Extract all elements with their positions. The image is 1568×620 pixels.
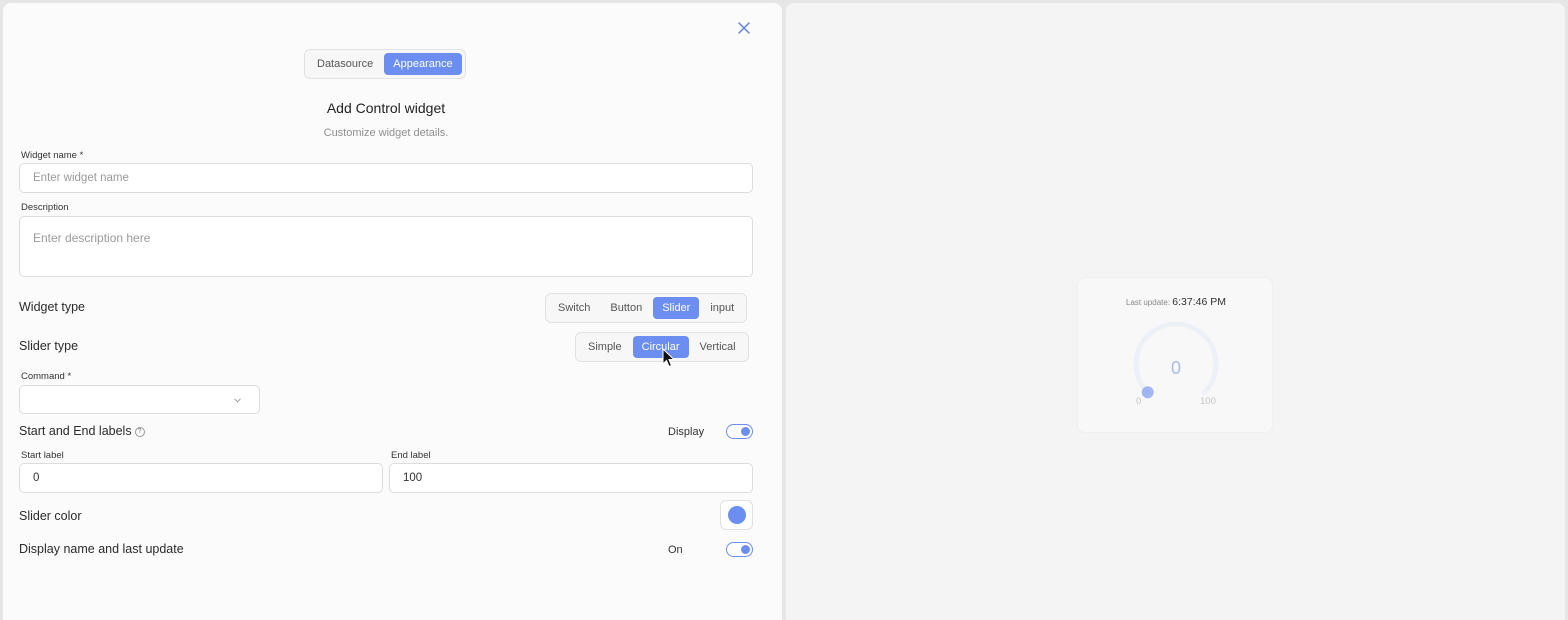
end-label-label: End label	[391, 450, 431, 461]
close-icon	[738, 22, 750, 34]
page-subtitle: Customize widget details.	[323, 127, 449, 139]
tab-datasource[interactable]: Datasource	[308, 53, 382, 75]
display-toggle-label: Display	[668, 426, 705, 438]
page-title: Add Control widget	[326, 100, 446, 116]
widget-type-button[interactable]: Button	[601, 297, 651, 319]
slider-value: 0	[1170, 358, 1181, 378]
slider-handle	[1141, 386, 1154, 399]
slider-type-simple[interactable]: Simple	[579, 336, 631, 358]
slider-color-picker[interactable]	[720, 500, 753, 530]
description-label: Description	[21, 202, 69, 213]
last-update: Last update: 6:37:46 PM	[1078, 296, 1274, 308]
end-label-value: 100	[403, 472, 423, 484]
slider-type-circular[interactable]: Circular	[632, 336, 689, 358]
description-placeholder: Enter description here	[33, 231, 151, 245]
preview-panel: Last update: 6:37:46 PM 0 0 100	[786, 3, 1565, 620]
start-end-labels-text: Start and End labels	[19, 424, 132, 438]
close-button[interactable]	[734, 18, 754, 38]
mouse-cursor-icon	[662, 348, 676, 368]
display-name-label: Display name and last update	[19, 542, 184, 556]
required-mark: *	[67, 371, 72, 382]
description-textarea[interactable]: Enter description here	[19, 216, 753, 277]
slider-type-vertical[interactable]: Vertical	[691, 336, 745, 358]
tab-appearance[interactable]: Appearance	[384, 53, 462, 75]
command-select[interactable]	[19, 385, 260, 414]
widget-name-label-text: Widget name	[21, 150, 77, 161]
widget-type-slider[interactable]: Slider	[653, 297, 700, 319]
start-end-labels-label: Start and End labels?	[19, 424, 145, 438]
required-mark: *	[79, 150, 84, 161]
widget-name-input[interactable]: Enter widget name	[19, 163, 753, 193]
toggle-knob	[741, 427, 750, 436]
widget-name-label: Widget name *	[21, 150, 83, 161]
slider-type-label: Slider type	[19, 339, 79, 353]
display-name-state: On	[668, 544, 683, 556]
last-update-time: 6:37:46 PM	[1172, 296, 1226, 308]
command-label: Command *	[21, 371, 71, 382]
display-name-toggle[interactable]	[726, 542, 753, 557]
last-update-label: Last update:	[1126, 298, 1171, 307]
start-label-input[interactable]: 0	[19, 463, 383, 493]
start-label-value: 0	[33, 472, 40, 484]
toggle-knob	[741, 545, 750, 554]
widget-type-input[interactable]: input	[701, 297, 743, 319]
slider-end-label: 100	[1200, 396, 1216, 407]
slider-start-label: 0	[1136, 396, 1142, 407]
command-label-text: Command	[21, 371, 65, 382]
chevron-down-icon	[234, 398, 241, 403]
widget-type-label: Widget type	[19, 300, 86, 314]
widget-preview-card: Last update: 6:37:46 PM 0 0 100	[1077, 277, 1273, 433]
slider-color-label: Slider color	[19, 509, 82, 523]
end-label-input[interactable]: 100	[389, 463, 753, 493]
widget-type-selector: Switch Button Slider input	[545, 293, 748, 323]
widget-name-placeholder: Enter widget name	[33, 172, 129, 184]
widget-config-panel: Datasource Appearance Add Control widget…	[3, 3, 782, 620]
help-icon[interactable]: ?	[134, 426, 145, 437]
config-tabs: Datasource Appearance	[304, 49, 466, 79]
color-swatch	[727, 506, 746, 524]
widget-type-switch[interactable]: Switch	[549, 297, 599, 319]
display-labels-toggle[interactable]	[726, 424, 753, 439]
start-label-label: Start label	[21, 450, 64, 461]
